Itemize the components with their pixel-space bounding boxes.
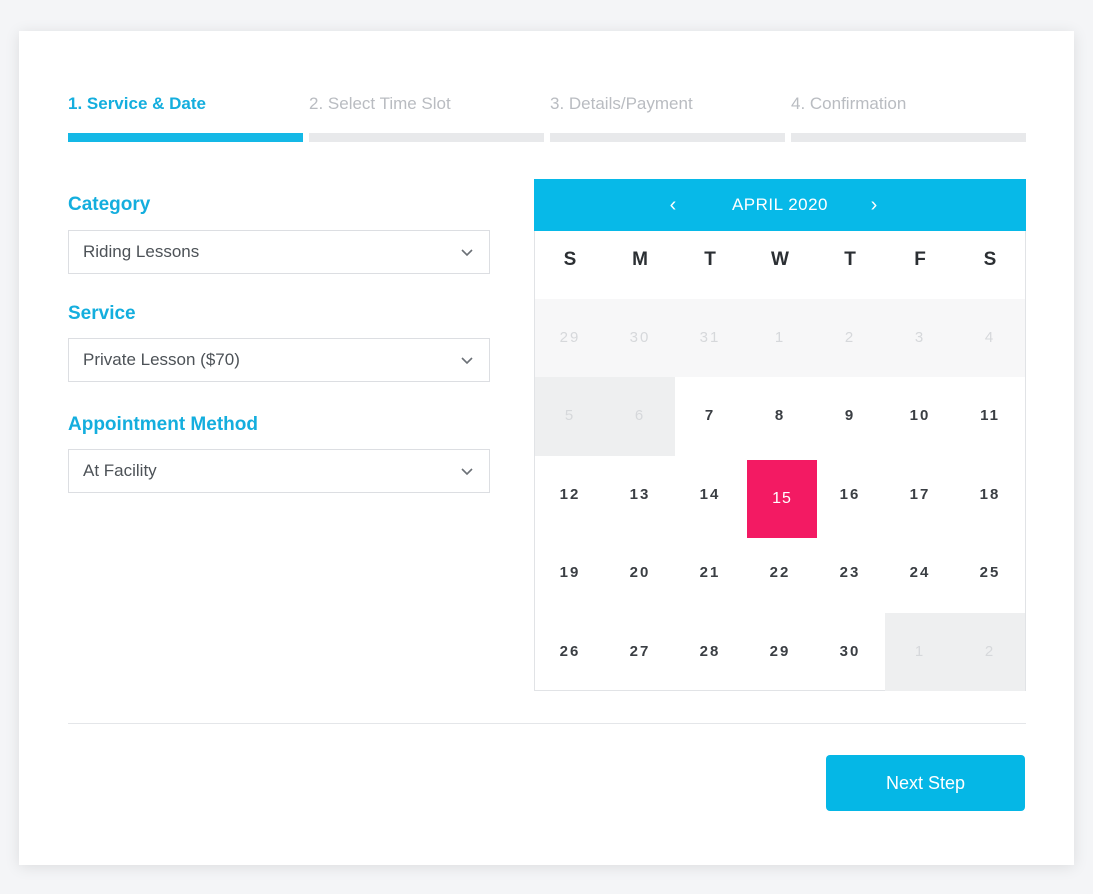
chevron-down-icon [461,249,473,257]
step-label: 2. Select Time Slot [309,94,451,113]
weekday-label: S [983,249,997,270]
step-select-time-slot[interactable]: 2. Select Time Slot [309,93,544,142]
calendar-day[interactable]: 28 [675,613,745,691]
calendar-day[interactable]: 11 [955,377,1025,455]
weekday-label: W [771,249,789,270]
step-label: 3. Details/Payment [550,94,693,113]
calendar-day[interactable]: 8 [745,377,815,455]
calendar-day: 3 [885,299,955,378]
category-select[interactable]: Riding Lessons [68,230,490,274]
calendar-day[interactable]: 21 [675,534,745,612]
calendar-week-row: 12 13 14 15 16 17 18 [535,456,1025,538]
calendar-day[interactable]: 9 [815,377,885,455]
calendar-day[interactable]: 26 [535,613,605,691]
calendar-day: 1 [745,299,815,378]
appointment-method-select[interactable]: At Facility [68,449,490,493]
calendar-day[interactable]: 30 [815,613,885,691]
calendar-day: 2 [815,299,885,378]
weekday-header-row: SMTWTFS [535,231,1025,299]
calendar-day: 6 [605,377,675,456]
calendar-header: ‹ APRIL 2020 › [534,179,1026,231]
calendar-week-row: 26 27 28 29 30 1 2 [535,612,1025,691]
calendar-day[interactable]: 7 [675,377,745,455]
calendar: ‹ APRIL 2020 › SMTWTFS 29 30 31 1 2 3 4 5 6 7 8 9 10… [534,179,1026,691]
step-progress-bar [791,133,1026,142]
step-progress-bar [68,133,303,142]
calendar-day-selected[interactable]: 15 [745,456,817,538]
next-step-button[interactable]: Next Step [826,755,1025,811]
footer-divider [68,723,1026,724]
service-select[interactable]: Private Lesson ($70) [68,338,490,382]
calendar-day[interactable]: 17 [885,456,955,534]
step-confirmation[interactable]: 4. Confirmation [791,93,1026,142]
calendar-day: 1 [885,612,955,691]
appointment-method-label: Appointment Method [68,414,258,435]
calendar-day[interactable]: 19 [535,534,605,612]
calendar-day: 5 [535,377,605,456]
calendar-day[interactable]: 18 [955,456,1025,534]
calendar-day[interactable]: 14 [675,456,745,534]
selected-day-number: 15 [747,459,817,538]
appointment-method-value: At Facility [83,461,157,480]
calendar-month-title: APRIL 2020 [731,195,829,214]
service-label: Service [68,303,136,324]
calendar-day[interactable]: 27 [605,613,675,691]
calendar-day[interactable]: 20 [605,534,675,612]
calendar-day[interactable]: 25 [955,534,1025,612]
category-label: Category [68,194,151,215]
step-label: 1. Service & Date [68,94,206,113]
calendar-day-grid: 29 30 31 1 2 3 4 5 6 7 8 9 10 11 12 13 14 15 16 17 18 19 20 21 2… [535,299,1025,691]
calendar-day[interactable]: 23 [815,534,885,612]
booking-card: 1. Service & Date 2. Select Time Slot 3.… [19,31,1074,865]
calendar-week-row: 19 20 21 22 23 24 25 [535,534,1025,612]
calendar-day[interactable]: 29 [745,613,815,691]
calendar-day[interactable]: 16 [815,456,885,534]
service-value: Private Lesson ($70) [83,350,240,369]
weekday-label: T [844,249,856,270]
calendar-day: 29 [535,299,605,378]
calendar-day: 2 [955,612,1025,691]
chevron-right-icon[interactable]: › [859,179,889,231]
weekday-label: T [704,249,716,270]
weekday-label: S [563,249,577,270]
calendar-day[interactable]: 22 [745,534,815,612]
calendar-day: 4 [955,299,1025,378]
step-progress-bar [550,133,785,142]
calendar-day[interactable]: 24 [885,534,955,612]
calendar-day[interactable]: 12 [535,456,605,534]
calendar-day: 31 [675,299,745,378]
chevron-down-icon [461,357,473,365]
calendar-day[interactable]: 10 [885,377,955,455]
calendar-week-row: 5 6 7 8 9 10 11 [535,377,1025,456]
step-details-payment[interactable]: 3. Details/Payment [550,93,785,142]
chevron-down-icon [461,468,473,476]
calendar-day[interactable]: 13 [605,456,675,534]
calendar-day: 30 [605,299,675,378]
calendar-week-row: 29 30 31 1 2 3 4 [535,299,1025,378]
step-progress-bar [309,133,544,142]
category-value: Riding Lessons [83,242,200,261]
weekday-label: F [914,249,926,270]
step-service-date[interactable]: 1. Service & Date [68,93,303,142]
step-label: 4. Confirmation [791,94,907,113]
step-progress: 1. Service & Date 2. Select Time Slot 3.… [68,93,1026,145]
weekday-label: M [632,249,648,270]
